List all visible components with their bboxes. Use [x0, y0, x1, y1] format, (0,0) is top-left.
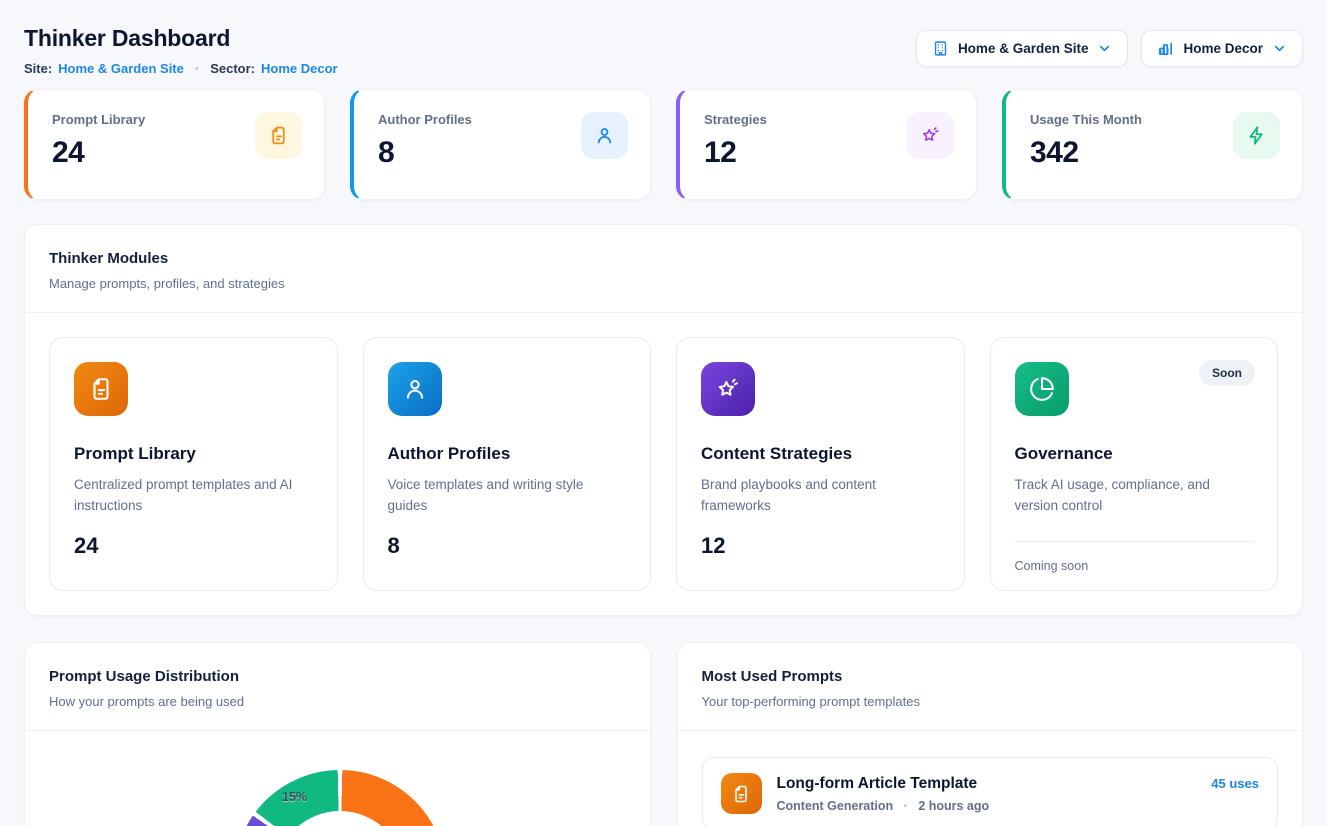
module-count: 12	[701, 533, 940, 559]
prompt-category: Content Generation	[777, 799, 894, 813]
stat-text: Usage This Month 342	[1030, 112, 1142, 170]
soon-badge: Soon	[1199, 360, 1255, 386]
modules-title: Thinker Modules	[49, 250, 1278, 267]
stat-label: Prompt Library	[52, 112, 145, 127]
header-left: Thinker Dashboard Site: Home & Garden Si…	[24, 22, 338, 76]
stat-text: Prompt Library 24	[52, 112, 145, 170]
module-card-governance[interactable]: Soon Governance Track AI usage, complian…	[990, 337, 1279, 591]
site-dropdown[interactable]: Home & Garden Site	[916, 30, 1129, 67]
stats-row: Prompt Library 24 Author Profiles 8	[24, 89, 1303, 200]
bottom-row: Prompt Usage Distribution How your promp…	[24, 642, 1303, 826]
donut-segment-label: 15%	[282, 790, 307, 804]
chevron-down-icon	[1097, 41, 1112, 56]
modules-grid: Prompt Library Centralized prompt templa…	[25, 313, 1302, 615]
breadcrumb-separator: ·	[195, 61, 199, 76]
donut-chart-area: 15%	[25, 731, 650, 826]
module-description: Centralized prompt templates and AI inst…	[74, 475, 313, 517]
bar-chart-icon	[1157, 40, 1174, 57]
module-title: Prompt Library	[74, 444, 313, 464]
user-icon	[581, 112, 628, 159]
usage-panel-header: Prompt Usage Distribution How your promp…	[25, 643, 650, 731]
prompt-item-meta: Content Generation · 2 hours ago	[777, 799, 1197, 813]
donut-hole	[275, 811, 405, 826]
modules-subtitle: Manage prompts, profiles, and strategies	[49, 276, 1278, 291]
site-label: Site:	[24, 61, 52, 76]
usage-title: Prompt Usage Distribution	[49, 668, 626, 685]
stat-text: Author Profiles 8	[378, 112, 472, 170]
stat-label: Usage This Month	[1030, 112, 1142, 127]
module-card-content-strategies[interactable]: Content Strategies Brand playbooks and c…	[676, 337, 965, 591]
stat-label: Author Profiles	[378, 112, 472, 127]
module-description: Track AI usage, compliance, and version …	[1015, 475, 1254, 517]
prompt-list: Long-form Article Template Content Gener…	[678, 731, 1303, 826]
header-actions: Home & Garden Site Home Decor	[916, 30, 1303, 67]
donut-chart	[234, 770, 446, 826]
uses-badge: 45 uses	[1211, 776, 1259, 791]
file-text-icon	[74, 362, 128, 416]
site-link[interactable]: Home & Garden Site	[58, 61, 184, 76]
stat-card-prompt-library: Prompt Library 24	[24, 89, 325, 200]
sector-dropdown[interactable]: Home Decor	[1141, 30, 1303, 67]
prompt-usage-panel: Prompt Usage Distribution How your promp…	[24, 642, 651, 826]
sector-link[interactable]: Home Decor	[261, 61, 338, 76]
stat-label: Strategies	[704, 112, 767, 127]
page-header: Thinker Dashboard Site: Home & Garden Si…	[24, 22, 1303, 76]
stat-value: 24	[52, 136, 145, 170]
usage-subtitle: How your prompts are being used	[49, 694, 626, 709]
module-card-prompt-library[interactable]: Prompt Library Centralized prompt templa…	[49, 337, 338, 591]
prompt-item-title: Long-form Article Template	[777, 775, 1197, 793]
chevron-down-icon	[1272, 41, 1287, 56]
module-description: Voice templates and writing style guides	[388, 475, 627, 517]
sector-dropdown-label: Home Decor	[1183, 41, 1263, 56]
module-count: 8	[388, 533, 627, 559]
building-icon	[932, 40, 949, 57]
list-item[interactable]: Long-form Article Template Content Gener…	[702, 757, 1279, 826]
stat-value: 342	[1030, 136, 1142, 170]
most-used-prompts-panel: Most Used Prompts Your top-performing pr…	[677, 642, 1304, 826]
sparkle-star-icon	[701, 362, 755, 416]
stat-text: Strategies 12	[704, 112, 767, 170]
stat-card-strategies: Strategies 12	[676, 89, 977, 200]
prompt-time: 2 hours ago	[918, 799, 989, 813]
modules-panel-header: Thinker Modules Manage prompts, profiles…	[25, 225, 1302, 313]
page-title: Thinker Dashboard	[24, 25, 338, 52]
stat-value: 12	[704, 136, 767, 170]
module-title: Governance	[1015, 444, 1254, 464]
file-text-icon	[721, 773, 762, 814]
sector-label: Sector:	[210, 61, 255, 76]
module-description: Brand playbooks and content frameworks	[701, 475, 940, 517]
most-used-subtitle: Your top-performing prompt templates	[702, 694, 1279, 709]
meta-separator: ·	[904, 799, 908, 813]
module-title: Author Profiles	[388, 444, 627, 464]
thinker-modules-panel: Thinker Modules Manage prompts, profiles…	[24, 224, 1303, 616]
sparkle-star-icon	[907, 112, 954, 159]
dashboard-page: Thinker Dashboard Site: Home & Garden Si…	[0, 0, 1327, 826]
pie-chart-icon	[1015, 362, 1069, 416]
module-divider	[1015, 541, 1254, 542]
stat-card-usage: Usage This Month 342	[1002, 89, 1303, 200]
coming-soon-text: Coming soon	[1015, 559, 1254, 573]
site-dropdown-label: Home & Garden Site	[958, 41, 1089, 56]
module-count: 24	[74, 533, 313, 559]
module-title: Content Strategies	[701, 444, 940, 464]
most-used-panel-header: Most Used Prompts Your top-performing pr…	[678, 643, 1303, 731]
prompt-item-text: Long-form Article Template Content Gener…	[777, 775, 1197, 813]
file-text-icon	[255, 112, 302, 159]
user-icon	[388, 362, 442, 416]
breadcrumb: Site: Home & Garden Site · Sector: Home …	[24, 61, 338, 76]
zap-icon	[1233, 112, 1280, 159]
stat-value: 8	[378, 136, 472, 170]
most-used-title: Most Used Prompts	[702, 668, 1279, 685]
stat-card-author-profiles: Author Profiles 8	[350, 89, 651, 200]
module-card-author-profiles[interactable]: Author Profiles Voice templates and writ…	[363, 337, 652, 591]
